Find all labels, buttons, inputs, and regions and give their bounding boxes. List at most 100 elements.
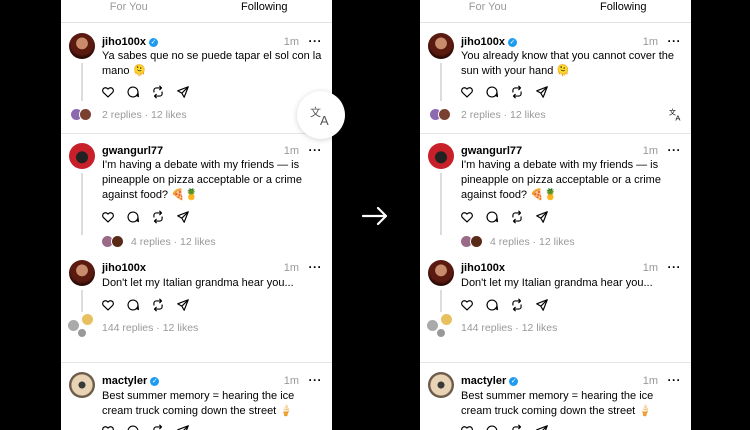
more-icon[interactable]: ··· bbox=[309, 34, 323, 48]
likes-count[interactable]: 12 likes bbox=[510, 109, 546, 121]
share-icon[interactable] bbox=[535, 85, 549, 99]
heart-icon[interactable] bbox=[460, 424, 474, 430]
more-icon[interactable]: ··· bbox=[309, 143, 323, 157]
avatar[interactable] bbox=[69, 372, 95, 398]
post-text: I'm having a debate with my friends — is… bbox=[102, 159, 302, 201]
tab-following[interactable]: Following bbox=[196, 0, 333, 24]
tab-for-you[interactable]: For You bbox=[420, 0, 556, 24]
replies-count[interactable]: 144 replies bbox=[102, 322, 153, 334]
post-stats[interactable]: 4 replies · 12 likes bbox=[490, 236, 575, 248]
repost-icon[interactable] bbox=[510, 298, 524, 312]
username-text[interactable]: gwangurl77 bbox=[461, 145, 522, 157]
comment-icon[interactable] bbox=[126, 298, 140, 312]
heart-icon[interactable] bbox=[101, 210, 115, 224]
post-stats[interactable]: 4 replies · 12 likes bbox=[131, 236, 216, 248]
more-icon[interactable]: ··· bbox=[668, 260, 682, 274]
replies-count[interactable]: 4 replies bbox=[131, 236, 171, 248]
heart-icon[interactable] bbox=[460, 210, 474, 224]
comment-icon[interactable] bbox=[126, 210, 140, 224]
avatar[interactable] bbox=[69, 260, 95, 286]
share-icon[interactable] bbox=[535, 424, 549, 430]
heart-icon[interactable] bbox=[101, 424, 115, 430]
likes-count[interactable]: 12 likes bbox=[180, 236, 216, 248]
replies-count[interactable]: 4 replies bbox=[490, 236, 530, 248]
likes-count[interactable]: 12 likes bbox=[163, 322, 199, 334]
post-username[interactable]: jiho100x bbox=[102, 262, 146, 274]
avatar[interactable] bbox=[428, 143, 454, 169]
share-icon[interactable] bbox=[176, 424, 190, 430]
username-text[interactable]: mactyler bbox=[461, 375, 506, 387]
comment-icon[interactable] bbox=[485, 85, 499, 99]
heart-icon[interactable] bbox=[101, 298, 115, 312]
avatar[interactable] bbox=[428, 260, 454, 286]
reply-avatar bbox=[77, 328, 87, 338]
username-text[interactable]: gwangurl77 bbox=[102, 145, 163, 157]
more-icon[interactable]: ··· bbox=[668, 373, 682, 387]
tabs-divider bbox=[61, 22, 332, 23]
post-username[interactable]: mactyler ✓ bbox=[461, 375, 519, 387]
repost-icon[interactable] bbox=[151, 210, 165, 224]
post-username[interactable]: jiho100x ✓ bbox=[461, 36, 518, 48]
feed-tabs: For You Following bbox=[61, 0, 332, 24]
tab-for-you[interactable]: For You bbox=[61, 0, 197, 24]
more-icon[interactable]: ··· bbox=[309, 373, 323, 387]
likes-count[interactable]: 12 likes bbox=[151, 109, 187, 121]
username-text[interactable]: jiho100x bbox=[461, 262, 505, 274]
share-icon[interactable] bbox=[535, 298, 549, 312]
svg-text:A: A bbox=[675, 113, 681, 121]
avatar[interactable] bbox=[69, 33, 95, 59]
tabs-divider bbox=[420, 22, 691, 23]
more-icon[interactable]: ··· bbox=[668, 34, 682, 48]
share-icon[interactable] bbox=[535, 210, 549, 224]
heart-icon[interactable] bbox=[101, 85, 115, 99]
username-text[interactable]: jiho100x bbox=[102, 262, 146, 274]
comment-icon[interactable] bbox=[485, 298, 499, 312]
post-stats[interactable]: 2 replies · 12 likes bbox=[102, 109, 187, 121]
username-text[interactable]: jiho100x bbox=[461, 36, 505, 48]
translate-icon[interactable]: 文 A bbox=[669, 107, 683, 121]
repost-icon[interactable] bbox=[510, 210, 524, 224]
avatar[interactable] bbox=[428, 33, 454, 59]
username-text[interactable]: jiho100x bbox=[102, 36, 146, 48]
post-username[interactable]: gwangurl77 bbox=[461, 145, 522, 157]
thread-line bbox=[81, 173, 83, 235]
tab-following[interactable]: Following bbox=[555, 0, 692, 24]
post-stats[interactable]: 2 replies · 12 likes bbox=[461, 109, 546, 121]
likes-count[interactable]: 12 likes bbox=[539, 236, 575, 248]
replies-count[interactable]: 2 replies bbox=[102, 109, 142, 121]
thread-line bbox=[440, 290, 442, 312]
comment-icon[interactable] bbox=[485, 210, 499, 224]
post-username[interactable]: mactyler ✓ bbox=[102, 375, 160, 387]
avatar[interactable] bbox=[69, 143, 95, 169]
verified-badge-icon: ✓ bbox=[508, 37, 518, 47]
repost-icon[interactable] bbox=[151, 85, 165, 99]
post-text: I'm having a debate with my friends — is… bbox=[461, 159, 661, 201]
share-icon[interactable] bbox=[176, 298, 190, 312]
repost-icon[interactable] bbox=[151, 424, 165, 430]
post-divider bbox=[61, 362, 332, 363]
post-username[interactable]: jiho100x ✓ bbox=[102, 36, 159, 48]
post-stats[interactable]: 144 replies · 12 likes bbox=[461, 322, 557, 334]
comment-icon[interactable] bbox=[485, 424, 499, 430]
repost-icon[interactable] bbox=[510, 424, 524, 430]
translate-button[interactable]: 文 A bbox=[297, 91, 345, 139]
post-stats[interactable]: 144 replies · 12 likes bbox=[102, 322, 198, 334]
replies-count[interactable]: 2 replies bbox=[461, 109, 501, 121]
share-icon[interactable] bbox=[176, 210, 190, 224]
avatar[interactable] bbox=[428, 372, 454, 398]
more-icon[interactable]: ··· bbox=[668, 143, 682, 157]
comment-icon[interactable] bbox=[126, 424, 140, 430]
likes-count[interactable]: 12 likes bbox=[522, 322, 558, 334]
repost-icon[interactable] bbox=[151, 298, 165, 312]
replies-count[interactable]: 144 replies bbox=[461, 322, 512, 334]
post-time: 1m bbox=[642, 145, 658, 157]
post-username[interactable]: jiho100x bbox=[461, 262, 505, 274]
username-text[interactable]: mactyler bbox=[102, 375, 147, 387]
more-icon[interactable]: ··· bbox=[309, 260, 323, 274]
share-icon[interactable] bbox=[176, 85, 190, 99]
heart-icon[interactable] bbox=[460, 298, 474, 312]
comment-icon[interactable] bbox=[126, 85, 140, 99]
post-username[interactable]: gwangurl77 bbox=[102, 145, 163, 157]
repost-icon[interactable] bbox=[510, 85, 524, 99]
heart-icon[interactable] bbox=[460, 85, 474, 99]
